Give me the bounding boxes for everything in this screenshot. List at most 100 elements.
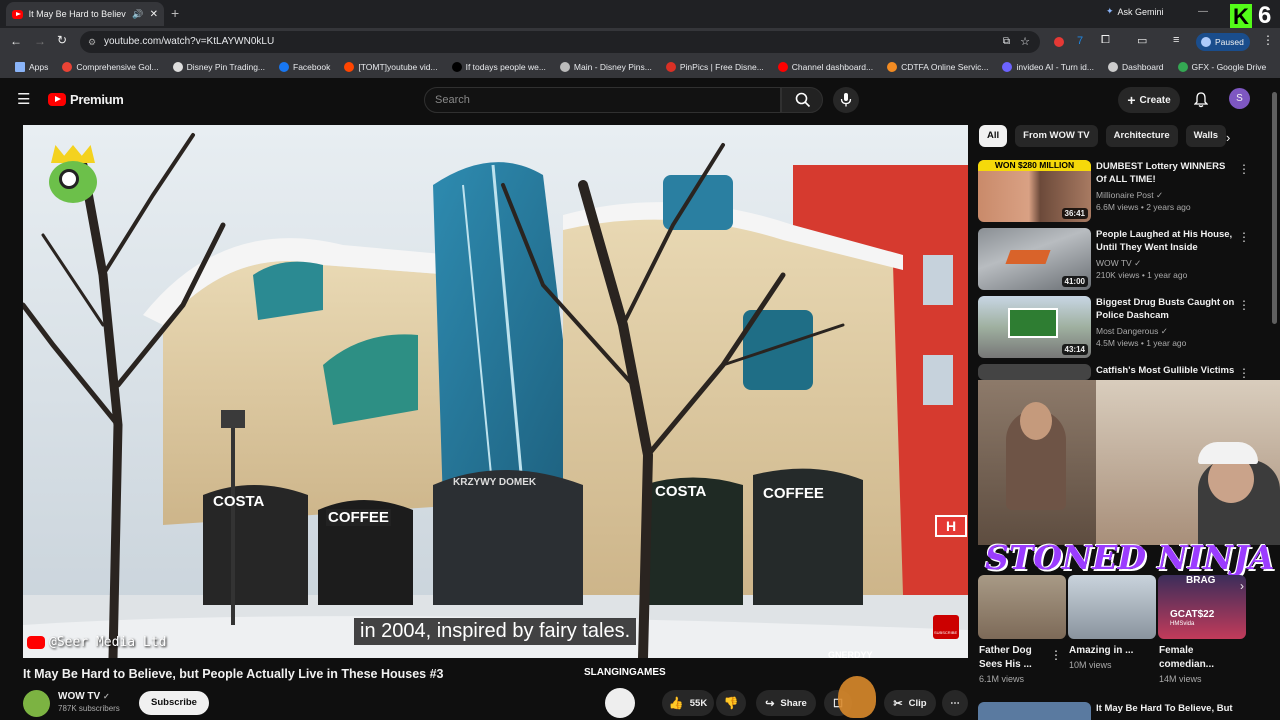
bookmark-item[interactable]: Main - Disney Pins...: [553, 62, 659, 72]
tab-close-icon[interactable]: ✕: [150, 9, 158, 20]
thumbs-up-icon: 👍: [668, 696, 684, 710]
short-meta[interactable]: Female comedian... 14M views: [1159, 644, 1229, 684]
short-title[interactable]: Father Dog Sees His ...: [979, 644, 1049, 672]
short-meta[interactable]: Amazing in ... 10M views: [1069, 644, 1139, 670]
short-thumbnail[interactable]: BRAG GCAT$22 HMSvida: [1158, 575, 1246, 639]
shorts-next-icon[interactable]: ›: [1240, 579, 1244, 593]
voice-search-button[interactable]: [833, 87, 859, 113]
short-thumbnail[interactable]: [1068, 575, 1156, 639]
screencast-icon[interactable]: ⧉: [1003, 31, 1010, 53]
sidepanel-icon[interactable]: ▭: [1137, 34, 1147, 47]
premium-logo-text: Premium: [70, 92, 124, 107]
notifications-bell-icon[interactable]: [1194, 92, 1208, 108]
clip-button[interactable]: ✂ Clip: [884, 690, 936, 716]
bookmark-item[interactable]: If todays people we...: [445, 62, 553, 72]
facebook-icon: [279, 62, 290, 72]
extension-blue-icon[interactable]: 7: [1077, 35, 1083, 47]
video-player[interactable]: COSTA COFFEE KRZYWY DOMEK COSTA COFFEE @…: [23, 125, 968, 658]
bookmark-item[interactable]: Disney Pin Trading...: [166, 62, 272, 72]
recommendation-item[interactable]: 43:14 Biggest Drug Busts Caught on Polic…: [978, 296, 1268, 358]
short-title[interactable]: Amazing in ...: [1069, 644, 1139, 658]
new-tab-button[interactable]: +: [171, 5, 179, 21]
more-options-icon[interactable]: ⋮: [1238, 162, 1250, 176]
video-thumbnail[interactable]: [978, 364, 1091, 380]
extension-red-icon[interactable]: [1054, 37, 1064, 47]
bookmark-label: invideo AI - Turn id...: [1016, 62, 1094, 72]
channel-name[interactable]: WOW TV: [58, 691, 100, 702]
recommendation-item[interactable]: Catfish's Most Gullible Victims ⋮: [978, 364, 1268, 380]
more-options-icon[interactable]: ⋮: [1238, 298, 1250, 312]
url-text: youtube.com/watch?v=KtLAYWN0kLU: [104, 36, 275, 47]
channel-name[interactable]: Most Dangerous: [1096, 326, 1158, 336]
bookmark-item[interactable]: PinPics | Free Disne...: [659, 62, 771, 72]
create-button[interactable]: + Create: [1118, 87, 1180, 113]
recommendation-title[interactable]: Catfish's Most Gullible Victims: [1096, 364, 1236, 377]
youtube-logo[interactable]: Premium: [48, 92, 124, 107]
dislike-button[interactable]: 👎: [716, 690, 746, 716]
back-icon[interactable]: ←: [10, 34, 22, 48]
extensions-puzzle-icon[interactable]: ⧠: [1101, 34, 1110, 47]
hamburger-menu-icon[interactable]: ☰: [17, 90, 30, 108]
speaker-icon[interactable]: 🔊: [132, 9, 143, 20]
bookmark-item[interactable]: invideo AI - Turn id...: [995, 62, 1100, 72]
bookmark-item[interactable]: GFX - Google Drive: [1171, 62, 1274, 72]
browser-menu-icon[interactable]: ⋮: [1262, 33, 1274, 47]
chevron-right-icon[interactable]: ›: [1226, 130, 1230, 145]
channel-avatar[interactable]: [23, 690, 50, 717]
subscribe-watermark-icon[interactable]: SUBSCRIBE: [933, 615, 959, 639]
video-caption: in 2004, inspired by fairy tales.: [354, 618, 637, 645]
chip-walls[interactable]: Walls: [1185, 125, 1227, 147]
chip-all[interactable]: All: [979, 125, 1008, 147]
recommendation-title[interactable]: It May Be Hard To Believe, But: [1096, 703, 1233, 714]
short-thumbnail[interactable]: [978, 575, 1066, 639]
ask-gemini-button[interactable]: ✦ Ask Gemini: [1106, 6, 1164, 17]
bookmark-item[interactable]: Comprehensive Gol...: [55, 62, 165, 72]
more-options-icon[interactable]: ⋮: [1238, 366, 1250, 380]
chip-from-channel[interactable]: From WOW TV: [1015, 125, 1098, 147]
short-meta[interactable]: Father Dog Sees His ... 6.1M views: [979, 644, 1049, 684]
video-thumbnail[interactable]: 43:14: [978, 296, 1091, 358]
recommendation-item[interactable]: WON $280 MILLION 36:41 DUMBEST Lottery W…: [978, 160, 1268, 222]
bookmark-item[interactable]: Channel dashboard...: [771, 62, 880, 72]
recommendation-item[interactable]: 41:00 People Laughed at His House, Until…: [978, 228, 1268, 290]
youtube-studio-icon: [777, 62, 788, 72]
more-options-icon[interactable]: ⋮: [1050, 648, 1062, 662]
bottom-recommendation[interactable]: It May Be Hard To Believe, But: [978, 702, 1268, 720]
short-title[interactable]: Female comedian...: [1159, 644, 1229, 672]
minimize-icon[interactable]: —: [1198, 6, 1208, 17]
like-button[interactable]: 👍 55K: [662, 690, 714, 716]
video-thumbnail[interactable]: WON $280 MILLION 36:41: [978, 160, 1091, 222]
share-button[interactable]: ↪ Share: [756, 690, 816, 716]
media-icon[interactable]: ≡: [1173, 34, 1179, 46]
forward-icon[interactable]: →: [34, 34, 46, 48]
browser-tab[interactable]: It May Be Hard to Believe, E 🔊 ✕: [6, 2, 164, 26]
video-thumbnail[interactable]: 41:00: [978, 228, 1091, 290]
subscribe-button[interactable]: Subscribe: [139, 691, 209, 715]
bookmark-star-icon[interactable]: ☆: [1020, 31, 1030, 53]
chip-architecture[interactable]: Architecture: [1105, 125, 1178, 147]
channel-name[interactable]: WOW TV: [1096, 258, 1132, 268]
search-input[interactable]: Search: [424, 87, 781, 113]
bookmark-item[interactable]: Dashboard: [1101, 62, 1171, 72]
stream-banner: STONED NINJA: [985, 538, 1275, 577]
bookmark-item[interactable]: CDTFA Online Servic...: [880, 62, 995, 72]
bookmark-item[interactable]: Facebook: [272, 62, 337, 72]
bookmark-item[interactable]: [TOMT]youtube vid...: [337, 62, 444, 72]
site-info-icon[interactable]: ⚙: [88, 31, 96, 53]
verified-icon: ✓: [1160, 326, 1168, 336]
bookmark-item[interactable]: Apps: [8, 62, 55, 72]
avatar[interactable]: S: [1229, 88, 1250, 109]
recommendation-title[interactable]: Biggest Drug Busts Caught on Police Dash…: [1096, 296, 1236, 322]
recommendation-title[interactable]: DUMBEST Lottery WINNERS Of ALL TIME!: [1096, 160, 1236, 186]
search-button[interactable]: [781, 87, 823, 113]
more-actions-button[interactable]: ⋯: [942, 690, 968, 716]
recommendation-title[interactable]: People Laughed at His House, Until They …: [1096, 228, 1236, 254]
page-scrollbar[interactable]: [1272, 92, 1277, 324]
reload-icon[interactable]: ↻: [57, 33, 67, 47]
url-field[interactable]: ⚙ youtube.com/watch?v=KtLAYWN0kLU ☆ ⧉: [80, 31, 1040, 53]
storefront-sign: COSTA: [213, 493, 265, 510]
profile-paused-button[interactable]: Paused: [1196, 33, 1250, 51]
more-options-icon[interactable]: ⋮: [1238, 230, 1250, 244]
channel-name[interactable]: Millionaire Post: [1096, 190, 1154, 200]
video-thumbnail[interactable]: [978, 702, 1091, 720]
